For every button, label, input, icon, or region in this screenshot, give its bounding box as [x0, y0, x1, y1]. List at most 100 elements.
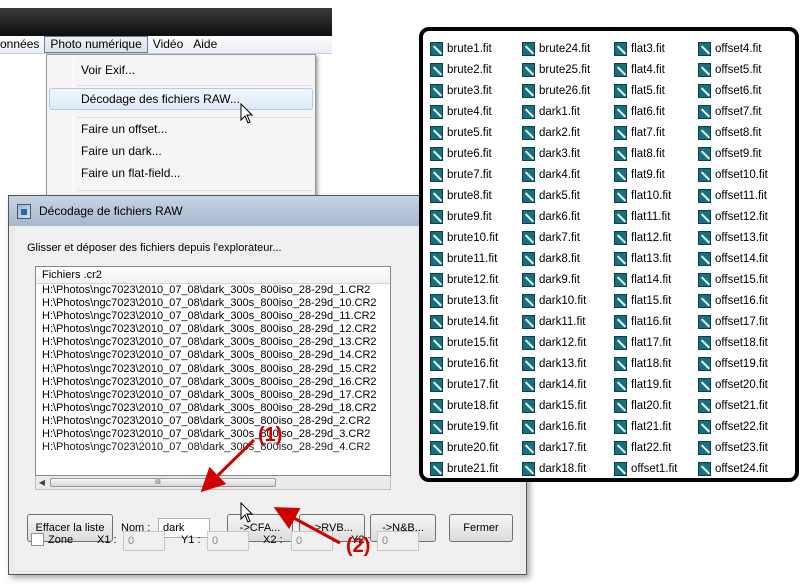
list-item[interactable]: H:\Photos\ngc7023\2010_07_08\dark_300s_8…	[36, 297, 390, 310]
file-item[interactable]: dark17.fit	[522, 437, 614, 458]
file-item[interactable]: dark5.fit	[522, 185, 614, 206]
menu-item-faire-flat-field[interactable]: Faire un flat-field...	[49, 162, 313, 184]
file-item[interactable]: flat16.fit	[614, 311, 698, 332]
file-item[interactable]: brute17.fit	[430, 374, 522, 395]
file-item[interactable]: offset9.fit	[698, 143, 790, 164]
file-item[interactable]: brute19.fit	[430, 416, 522, 437]
file-item[interactable]: brute9.fit	[430, 206, 522, 227]
file-item[interactable]: offset11.fit	[698, 185, 790, 206]
file-item[interactable]: offset24.fit	[698, 458, 790, 479]
file-item[interactable]: dark12.fit	[522, 332, 614, 353]
file-item[interactable]: dark18.fit	[522, 458, 614, 479]
file-item[interactable]: flat13.fit	[614, 248, 698, 269]
list-item[interactable]: H:\Photos\ngc7023\2010_07_08\dark_300s_8…	[36, 284, 390, 297]
list-item[interactable]: H:\Photos\ngc7023\2010_07_08\dark_300s_8…	[36, 402, 390, 415]
scroll-thumb[interactable]: III	[50, 478, 276, 487]
list-column-header[interactable]: Fichiers .cr2	[36, 267, 390, 284]
file-item[interactable]: brute26.fit	[522, 80, 614, 101]
file-item[interactable]: dark10.fit	[522, 290, 614, 311]
file-item[interactable]: flat3.fit	[614, 38, 698, 59]
file-item[interactable]: offset13.fit	[698, 227, 790, 248]
file-item[interactable]: flat7.fit	[614, 122, 698, 143]
y1-input[interactable]: 0	[207, 531, 249, 551]
list-item[interactable]: H:\Photos\ngc7023\2010_07_08\dark_300s_8…	[36, 428, 390, 441]
file-item[interactable]: offset12.fit	[698, 206, 790, 227]
file-item[interactable]: brute3.fit	[430, 80, 522, 101]
file-item[interactable]: dark11.fit	[522, 311, 614, 332]
close-button[interactable]: Fermer	[449, 514, 513, 542]
file-item[interactable]: flat11.fit	[614, 206, 698, 227]
file-item[interactable]: flat12.fit	[614, 227, 698, 248]
list-item[interactable]: H:\Photos\ngc7023\2010_07_08\dark_300s_8…	[36, 363, 390, 376]
list-item[interactable]: H:\Photos\ngc7023\2010_07_08\dark_300s_8…	[36, 323, 390, 336]
list-item[interactable]: H:\Photos\ngc7023\2010_07_08\dark_300s_8…	[36, 389, 390, 402]
list-item[interactable]: H:\Photos\ngc7023\2010_07_08\dark_300s_8…	[36, 376, 390, 389]
file-item[interactable]: brute10.fit	[430, 227, 522, 248]
file-item[interactable]: flat4.fit	[614, 59, 698, 80]
file-item[interactable]: offset7.fit	[698, 101, 790, 122]
file-item[interactable]: offset15.fit	[698, 269, 790, 290]
menu-photo-numerique[interactable]: Photo numérique	[44, 36, 148, 53]
file-item[interactable]: brute11.fit	[430, 248, 522, 269]
file-item[interactable]: flat21.fit	[614, 416, 698, 437]
file-item[interactable]: flat8.fit	[614, 143, 698, 164]
list-item[interactable]: H:\Photos\ngc7023\2010_07_08\dark_300s_8…	[36, 349, 390, 362]
file-item[interactable]: brute6.fit	[430, 143, 522, 164]
file-item[interactable]: brute8.fit	[430, 185, 522, 206]
file-item[interactable]: offset21.fit	[698, 395, 790, 416]
menu-donnees[interactable]: onnées	[0, 36, 44, 53]
list-item[interactable]: H:\Photos\ngc7023\2010_07_08\dark_300s_8…	[36, 441, 390, 454]
file-item[interactable]: offset23.fit	[698, 437, 790, 458]
file-item[interactable]: brute25.fit	[522, 59, 614, 80]
file-item[interactable]: dark1.fit	[522, 101, 614, 122]
menu-item-faire-dark[interactable]: Faire un dark...	[49, 140, 313, 162]
file-item[interactable]: brute12.fit	[430, 269, 522, 290]
menu-item-voir-exif[interactable]: Voir Exif...	[49, 59, 313, 81]
scroll-left-icon[interactable]: ◀	[36, 477, 48, 489]
file-item[interactable]: flat14.fit	[614, 269, 698, 290]
x1-input[interactable]: 0	[123, 531, 165, 551]
file-item[interactable]: brute14.fit	[430, 311, 522, 332]
x2-input[interactable]: 0	[291, 531, 333, 551]
menu-item-decodage-raw[interactable]: Décodage des fichiers RAW...	[49, 88, 313, 110]
file-item[interactable]: brute1.fit	[430, 38, 522, 59]
file-item[interactable]: brute7.fit	[430, 164, 522, 185]
file-item[interactable]: dark15.fit	[522, 395, 614, 416]
menu-aide[interactable]: Aide	[188, 36, 222, 53]
file-item[interactable]: offset17.fit	[698, 311, 790, 332]
file-item[interactable]: flat6.fit	[614, 101, 698, 122]
file-item[interactable]: offset5.fit	[698, 59, 790, 80]
file-item[interactable]: dark8.fit	[522, 248, 614, 269]
file-item[interactable]: flat10.fit	[614, 185, 698, 206]
file-item[interactable]: offset20.fit	[698, 374, 790, 395]
file-item[interactable]: brute5.fit	[430, 122, 522, 143]
file-item[interactable]: brute4.fit	[430, 101, 522, 122]
file-item[interactable]: dark2.fit	[522, 122, 614, 143]
file-item[interactable]: brute15.fit	[430, 332, 522, 353]
horizontal-scrollbar[interactable]: ◀ III	[35, 476, 391, 490]
file-item[interactable]: brute18.fit	[430, 395, 522, 416]
file-item[interactable]: flat18.fit	[614, 353, 698, 374]
file-item[interactable]: dark3.fit	[522, 143, 614, 164]
list-item[interactable]: H:\Photos\ngc7023\2010_07_08\dark_300s_8…	[36, 310, 390, 323]
file-item[interactable]: flat22.fit	[614, 437, 698, 458]
file-item[interactable]: brute20.fit	[430, 437, 522, 458]
file-item[interactable]: offset18.fit	[698, 332, 790, 353]
file-item[interactable]: flat5.fit	[614, 80, 698, 101]
file-item[interactable]: brute21.fit	[430, 458, 522, 479]
file-listbox[interactable]: Fichiers .cr2 H:\Photos\ngc7023\2010_07_…	[35, 266, 391, 476]
file-item[interactable]: dark9.fit	[522, 269, 614, 290]
file-item[interactable]: offset6.fit	[698, 80, 790, 101]
file-item[interactable]: flat19.fit	[614, 374, 698, 395]
list-item[interactable]: H:\Photos\ngc7023\2010_07_08\dark_300s_8…	[36, 415, 390, 428]
file-item[interactable]: offset4.fit	[698, 38, 790, 59]
file-item[interactable]: dark6.fit	[522, 206, 614, 227]
menu-video[interactable]: Vidéo	[148, 36, 188, 53]
file-item[interactable]: flat20.fit	[614, 395, 698, 416]
file-item[interactable]: dark7.fit	[522, 227, 614, 248]
file-item[interactable]: dark14.fit	[522, 374, 614, 395]
file-item[interactable]: offset16.fit	[698, 290, 790, 311]
file-item[interactable]: offset22.fit	[698, 416, 790, 437]
file-item[interactable]: offset8.fit	[698, 122, 790, 143]
file-item[interactable]: brute13.fit	[430, 290, 522, 311]
